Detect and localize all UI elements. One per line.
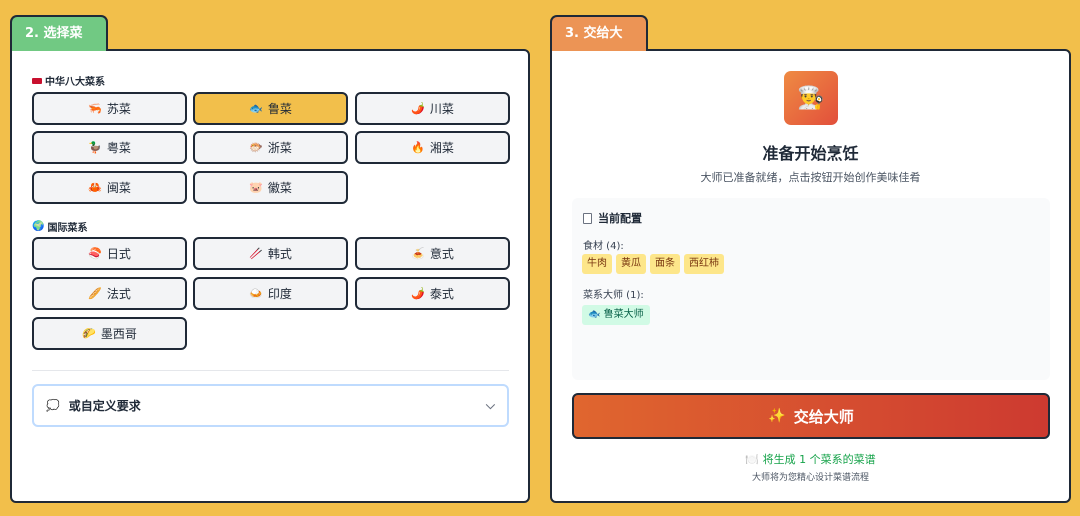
ingredient-chip: 牛肉 (582, 254, 612, 274)
cuisine-label: 浙菜 (267, 141, 292, 155)
cuisine-button-french[interactable]: 🥖 法式 (32, 277, 187, 310)
chili-icon: 🌶️ (411, 102, 425, 115)
select-cuisine-panel: 中华八大菜系 🦐 苏菜 🐟 鲁菜 🌶️ 川菜 🦆 粤菜 🐡 浙菜 🔥 湘菜 🦀 … (10, 49, 530, 503)
custom-request-toggle[interactable]: 💭 或自定义要求 ⌵ (32, 384, 509, 427)
ingredient-chip: 西红柿 (684, 254, 724, 274)
cuisine-label: 闽菜 (106, 181, 131, 195)
chopsticks-icon: 🥢 (249, 247, 263, 260)
cuisine-button-japanese[interactable]: 🍣 日式 (32, 237, 187, 270)
fire-icon: 🔥 (411, 141, 425, 154)
intl-cuisine-section-label: 🌍 国际菜系 (32, 219, 87, 234)
ingredient-chip: 面条 (650, 254, 680, 274)
tab-select-cuisine: 2. 选择菜系 (10, 15, 108, 75)
shrimp-icon: 🦐 (88, 102, 102, 115)
clipboard-icon (583, 212, 592, 224)
tab-hand-to-master: 3. 交给大师 (550, 15, 648, 75)
cuisine-label: 徽菜 (267, 181, 292, 195)
baguette-icon: 🥖 (88, 287, 102, 300)
ingredient-chips: 牛肉 黄瓜 面条 西红柿 (582, 254, 724, 274)
ingredient-chip: 黄瓜 (616, 254, 646, 274)
crab-icon: 🦀 (88, 181, 102, 194)
pufferfish-icon: 🐡 (249, 141, 263, 154)
master-chips: 🐟 鲁菜大师 (582, 305, 650, 325)
master-chip: 🐟 鲁菜大师 (582, 305, 650, 325)
ingredients-label: 食材 (4): (583, 241, 624, 252)
cuisine-button-chuan[interactable]: 🌶️ 川菜 (355, 92, 510, 125)
cuisine-button-mexican[interactable]: 🌮 墨西哥 (32, 317, 187, 350)
fish-icon: 🐟 (249, 102, 263, 115)
chinese-cuisine-section-label: 中华八大菜系 (32, 73, 105, 88)
pig-icon: 🐷 (249, 181, 263, 194)
config-title: 当前配置 (583, 210, 642, 226)
duck-icon: 🦆 (88, 141, 102, 154)
cuisine-button-lu[interactable]: 🐟 鲁菜 (193, 92, 348, 125)
curry-icon: 🍛 (249, 287, 263, 300)
hand-to-master-button[interactable]: ✨ 交给大师 (572, 393, 1050, 439)
cuisine-label: 墨西哥 (100, 327, 137, 341)
chef-icon: 👨‍🍳 (784, 71, 838, 125)
cuisine-button-min[interactable]: 🦀 闽菜 (32, 171, 187, 204)
chat-bubble-icon: 💭 (46, 399, 60, 412)
cuisine-button-thai[interactable]: 🌶️ 泰式 (355, 277, 510, 310)
spaghetti-icon: 🍝 (411, 247, 425, 260)
sushi-icon: 🍣 (88, 247, 102, 260)
chevron-down-icon: ⌵ (485, 398, 495, 412)
chinese-cuisine-label: 中华八大菜系 (45, 77, 105, 88)
intl-cuisine-label: 国际菜系 (47, 223, 88, 234)
cuisine-label: 泰式 (429, 287, 454, 301)
cuisine-label: 日式 (106, 247, 131, 261)
cuisine-label: 意式 (429, 247, 454, 261)
cuisine-label: 法式 (106, 287, 131, 301)
cuisine-button-hui[interactable]: 🐷 徽菜 (193, 171, 348, 204)
generation-note-text: 将生成 1 个菜系的菜谱 (762, 453, 876, 466)
cuisine-button-korean[interactable]: 🥢 韩式 (193, 237, 348, 270)
chef-emoji: 👨‍🍳 (797, 85, 825, 111)
page-subtitle: 大师已准备就绪，点击按钮开始创作美味佳肴 (700, 171, 921, 184)
cuisine-label: 鲁菜 (267, 102, 292, 116)
current-config-box: 当前配置 食材 (4): 牛肉 黄瓜 面条 西红柿 菜系大师 (1): 🐟 鲁菜… (572, 198, 1050, 380)
cuisine-button-zhe[interactable]: 🐡 浙菜 (193, 131, 348, 164)
cuisine-button-su[interactable]: 🦐 苏菜 (32, 92, 187, 125)
cuisine-label: 印度 (267, 287, 292, 301)
hand-to-master-panel: 👨‍🍳 准备开始烹饪 大师已准备就绪，点击按钮开始创作美味佳肴 当前配置 食材 … (550, 49, 1071, 503)
cuisine-label: 粤菜 (106, 141, 131, 155)
plate-icon: 🍽️ (745, 453, 760, 466)
cuisine-button-italian[interactable]: 🍝 意式 (355, 237, 510, 270)
generation-subnote: 大师将为您精心设计菜谱流程 (751, 473, 869, 483)
cuisine-button-indian[interactable]: 🍛 印度 (193, 277, 348, 310)
fish-icon: 🐟 (588, 309, 601, 320)
cuisine-label: 韩式 (267, 247, 292, 261)
config-title-label: 当前配置 (598, 212, 642, 225)
page-title: 准备开始烹饪 (762, 144, 859, 163)
globe-icon: 🌍 (32, 221, 45, 232)
section-divider (32, 370, 509, 371)
chili-icon: 🌶️ (411, 287, 425, 300)
masters-label: 菜系大师 (1): (583, 290, 644, 301)
generation-note: 🍽️ 将生成 1 个菜系的菜谱 (552, 451, 1069, 467)
master-chip-label: 鲁菜大师 (603, 309, 644, 320)
hand-to-master-label: 交给大师 (793, 407, 854, 426)
taco-icon: 🌮 (82, 327, 96, 340)
cuisine-label: 川菜 (429, 102, 454, 116)
cuisine-button-yue[interactable]: 🦆 粤菜 (32, 131, 187, 164)
cuisine-label: 湘菜 (429, 141, 454, 155)
cuisine-button-xiang[interactable]: 🔥 湘菜 (355, 131, 510, 164)
cuisine-label: 苏菜 (106, 102, 131, 116)
custom-request-label: 或自定义要求 (68, 399, 141, 413)
sparkle-icon: ✨ (768, 408, 786, 424)
